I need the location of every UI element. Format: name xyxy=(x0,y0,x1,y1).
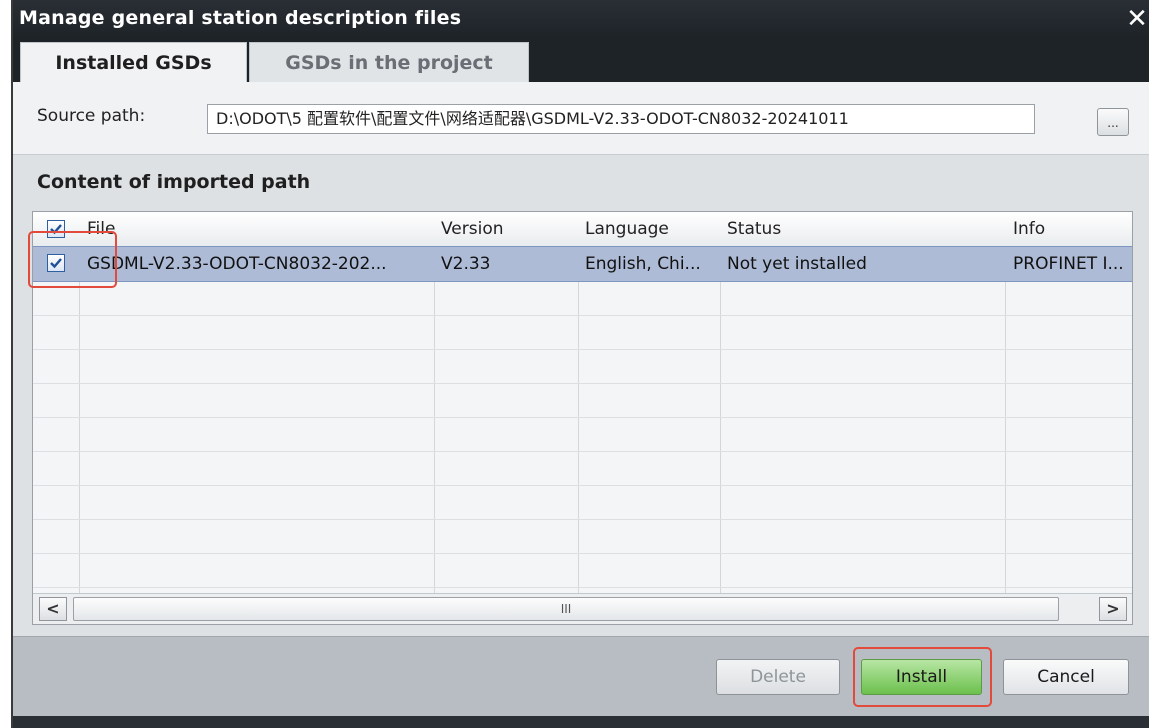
empty-row xyxy=(33,315,1132,350)
cell-status: Not yet installed xyxy=(727,254,867,274)
source-path-input[interactable]: D:\ODOT\5 配置软件\配置文件\网络适配器\GSDML-V2.33-OD… xyxy=(207,104,1035,134)
empty-row xyxy=(33,349,1132,384)
button-bar: Delete Install Cancel xyxy=(13,636,1149,717)
close-icon[interactable]: ✕ xyxy=(1125,4,1149,34)
empty-row xyxy=(33,485,1132,520)
cell-language: English, Chi... xyxy=(585,254,701,274)
section-title: Content of imported path xyxy=(37,171,311,193)
source-path-label: Source path: xyxy=(37,106,146,126)
scrollbar-thumb[interactable]: III xyxy=(73,597,1059,621)
gsd-dialog: Manage general station description files… xyxy=(11,0,1149,728)
tab-installed-gsds[interactable]: Installed GSDs xyxy=(20,42,247,82)
cell-file: GSDML-V2.33-ODOT-CN8032-202... xyxy=(87,254,387,274)
empty-row xyxy=(33,383,1132,418)
scroll-left-icon[interactable]: < xyxy=(39,597,67,621)
delete-button[interactable]: Delete xyxy=(716,659,840,695)
checkbox-highlight xyxy=(28,231,117,288)
empty-row xyxy=(33,417,1132,452)
source-path-row: Source path: D:\ODOT\5 配置软件\配置文件\网络适配器\G… xyxy=(13,82,1149,154)
install-highlight xyxy=(853,647,992,707)
title-bar: Manage general station description files… xyxy=(13,0,1149,38)
browse-button[interactable]: ... xyxy=(1097,108,1129,136)
horizontal-scrollbar[interactable]: < III > xyxy=(33,593,1132,624)
cell-version: V2.33 xyxy=(441,254,491,274)
dialog-title: Manage general station description files xyxy=(19,7,462,29)
column-header-info[interactable]: Info xyxy=(1013,212,1045,246)
table-header: File Version Language Status Info xyxy=(33,212,1132,247)
cancel-button[interactable]: Cancel xyxy=(1003,659,1129,695)
window-bottom-edge xyxy=(13,716,1149,728)
empty-row xyxy=(33,519,1132,554)
tab-strip: Installed GSDs GSDs in the project xyxy=(13,38,1149,82)
cell-info: PROFINET I... xyxy=(1013,254,1124,274)
column-header-language[interactable]: Language xyxy=(585,212,669,246)
empty-row xyxy=(33,553,1132,588)
column-header-version[interactable]: Version xyxy=(441,212,504,246)
table-row[interactable]: GSDML-V2.33-ODOT-CN8032-202... V2.33 Eng… xyxy=(33,246,1132,282)
empty-row xyxy=(33,281,1132,316)
tab-gsds-in-project[interactable]: GSDs in the project xyxy=(249,42,529,82)
content-panel: Content of imported path File Version La… xyxy=(13,154,1149,637)
column-header-status[interactable]: Status xyxy=(727,212,781,246)
scroll-right-icon[interactable]: > xyxy=(1099,597,1127,621)
gsd-table: File Version Language Status Info GSDML-… xyxy=(32,211,1133,625)
empty-row xyxy=(33,451,1132,486)
